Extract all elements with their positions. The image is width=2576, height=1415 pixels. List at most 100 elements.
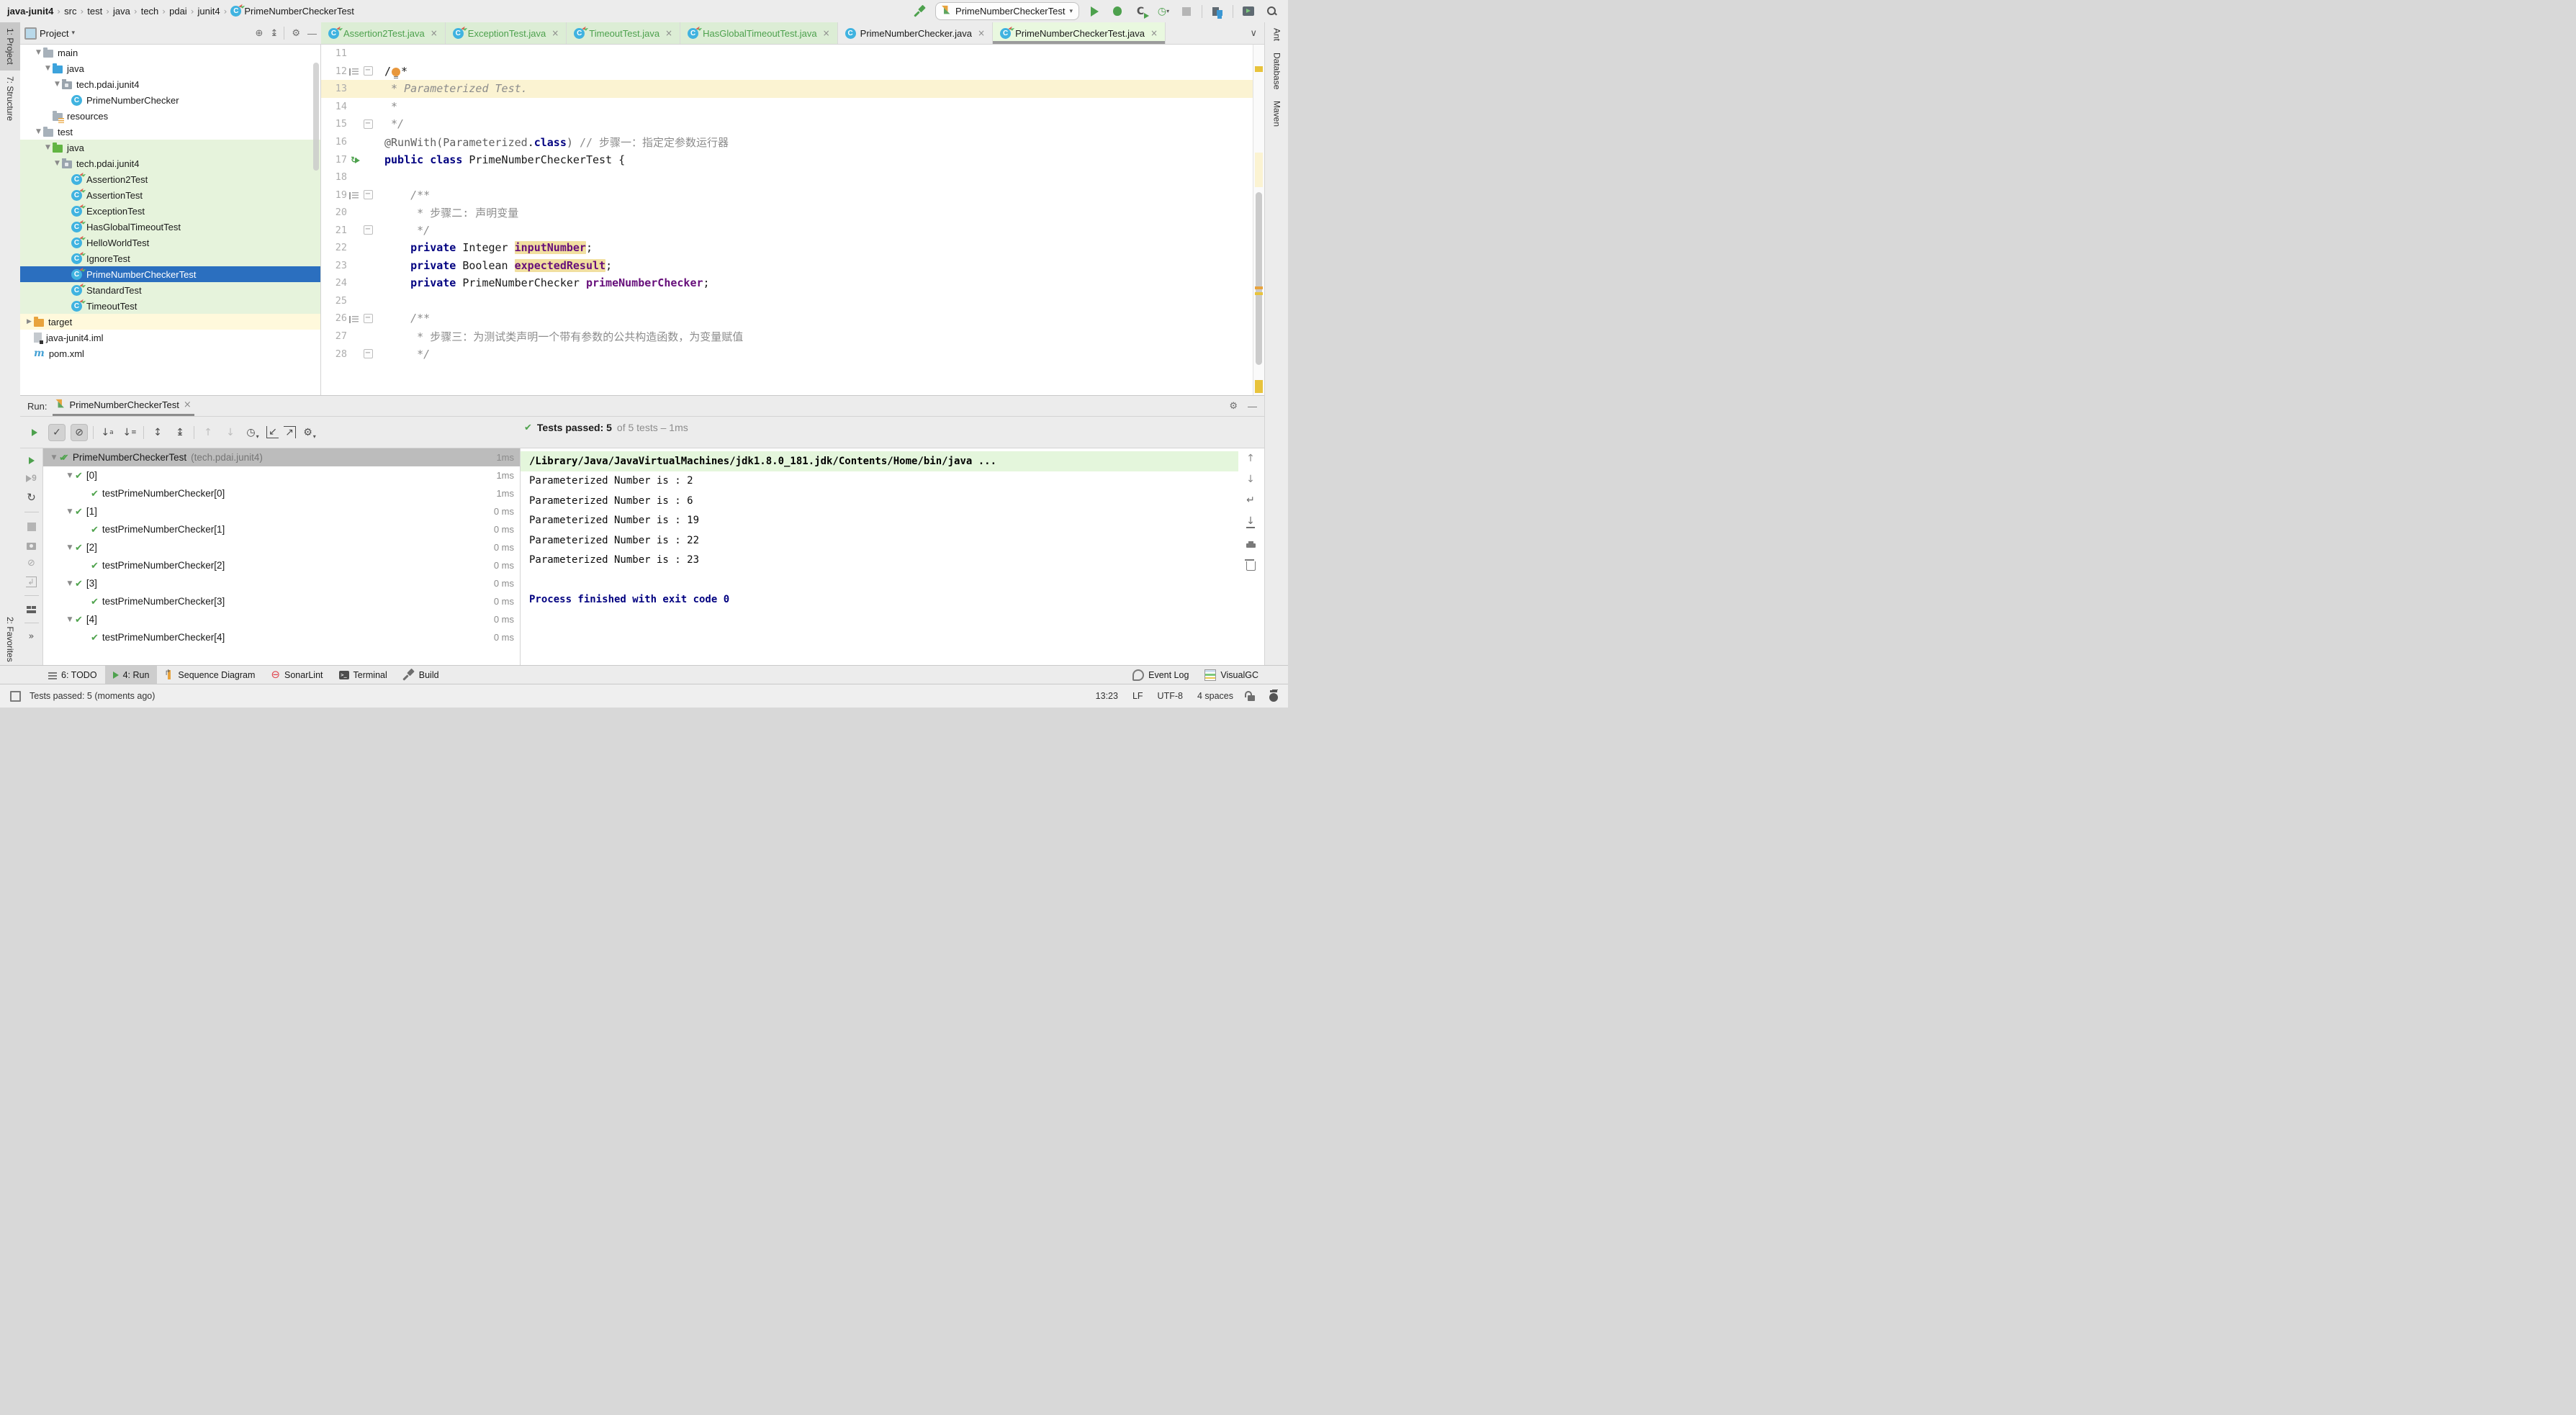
tree-item[interactable]: ▼tech.pdai.junit4 <box>20 155 320 171</box>
tool-window-switcher-icon[interactable] <box>10 691 21 702</box>
code-editor[interactable]: 1112−/*13 * Parameterized Test.14 *15− *… <box>321 45 1253 395</box>
tree-item[interactable]: CPrimeNumberCheckerTest <box>20 266 320 282</box>
indent-setting[interactable]: 4 spaces <box>1197 691 1233 701</box>
build-hammer-icon[interactable] <box>912 4 928 19</box>
run-anything-icon[interactable] <box>1240 4 1256 19</box>
breadcrumb-item[interactable]: junit4 <box>198 6 220 17</box>
console-line[interactable]: Parameterized Number is : 23 <box>521 551 1238 571</box>
tree-expand-icon[interactable]: ▼ <box>65 580 75 587</box>
tree-item[interactable]: CTimeoutTest <box>20 298 320 314</box>
thread-dump-icon[interactable] <box>27 539 36 550</box>
code-line[interactable]: 16@RunWith(Parameterized.class) // 步骤一：指… <box>321 133 1253 151</box>
run-options-gear-icon[interactable]: ⚙▾ <box>301 424 318 441</box>
test-row[interactable]: ▼✔✔PrimeNumberCheckerTest(tech.pdai.juni… <box>43 448 520 466</box>
project-structure-icon[interactable] <box>1210 4 1225 19</box>
test-row[interactable]: ▼✔[2]0 ms <box>43 538 520 556</box>
tree-item[interactable]: ▼java <box>20 60 320 76</box>
tree-item[interactable]: java-junit4.iml <box>20 330 320 345</box>
breadcrumb-item[interactable]: tech <box>141 6 159 17</box>
scroll-to-end-icon[interactable]: ↓ <box>1246 515 1255 528</box>
hide-panel-icon[interactable]: — <box>1248 401 1257 412</box>
tool-window-button-sequence-diagram[interactable]: Sequence Diagram <box>157 666 263 684</box>
editor-tab[interactable]: CTimeoutTest.java× <box>567 22 680 44</box>
test-row[interactable]: ▼✔[4]0 ms <box>43 610 520 628</box>
tree-item[interactable]: CStandardTest <box>20 282 320 298</box>
project-panel-title[interactable]: Project ▾ <box>24 27 75 40</box>
breadcrumb-item[interactable]: test <box>87 6 102 17</box>
show-ignored-toggle[interactable]: ⊘ <box>71 424 88 441</box>
editor-tab[interactable]: CAssertion2Test.java× <box>321 22 446 44</box>
tree-item[interactable]: mpom.xml <box>20 345 320 361</box>
tool-strip-item-7-structure[interactable]: 7: Structure <box>0 71 20 127</box>
line-separator[interactable]: LF <box>1132 691 1143 701</box>
caret-position[interactable]: 13:23 <box>1096 691 1118 701</box>
tree-item[interactable]: ▼java <box>20 140 320 155</box>
console-line[interactable]: Parameterized Number is : 22 <box>521 530 1238 551</box>
breadcrumb-item[interactable]: src <box>64 6 76 17</box>
scroll-down-icon[interactable]: ↓ <box>1246 474 1255 485</box>
import-test-results-icon[interactable]: ↙ <box>266 426 279 438</box>
show-passed-toggle[interactable]: ✓ <box>48 424 66 441</box>
console-line[interactable]: Process finished with exit code 0 <box>521 590 1238 610</box>
tree-expand-icon[interactable]: ▼ <box>53 81 62 88</box>
close-icon[interactable]: × <box>184 399 192 410</box>
test-row[interactable]: ✔testPrimeNumberChecker[1]0 ms <box>43 520 520 538</box>
code-line[interactable]: 26− /** <box>321 309 1253 327</box>
close-tab-icon[interactable]: × <box>431 28 438 38</box>
console-line[interactable]: Parameterized Number is : 6 <box>521 491 1238 511</box>
export-test-results-icon[interactable]: ↗ <box>284 426 296 438</box>
tool-window-button-visualgc[interactable]: VisualGC <box>1197 666 1266 684</box>
editor-marker-bar[interactable] <box>1253 45 1264 395</box>
test-row[interactable]: ✔testPrimeNumberChecker[3]0 ms <box>43 592 520 610</box>
test-row[interactable]: ✔testPrimeNumberChecker[4]0 ms <box>43 628 520 646</box>
tree-item[interactable]: resources <box>20 108 320 124</box>
gear-icon[interactable]: ⚙ <box>292 28 300 39</box>
code-line[interactable]: 27 * 步骤三：为测试类声明一个带有参数的公共构造函数，为变量赋值 <box>321 327 1253 345</box>
tool-window-button-build[interactable]: Build <box>395 666 447 684</box>
tool-strip-item-1-project[interactable]: 1: Project <box>0 22 20 71</box>
console-line[interactable]: /Library/Java/JavaVirtualMachines/jdk1.8… <box>521 451 1238 471</box>
fold-marker-icon[interactable]: − <box>364 190 373 199</box>
code-line[interactable]: 25 <box>321 292 1253 310</box>
tool-window-button-6-todo[interactable]: 6: TODO <box>40 666 105 684</box>
lock-icon[interactable] <box>1248 691 1255 702</box>
tree-expand-icon[interactable]: ▼ <box>43 144 53 151</box>
scroll-up-icon[interactable]: ↑ <box>1246 453 1255 464</box>
tree-item[interactable]: ▼tech.pdai.junit4 <box>20 76 320 92</box>
tree-item[interactable]: CIgnoreTest <box>20 250 320 266</box>
fold-marker-icon[interactable]: − <box>364 349 373 358</box>
tree-expand-icon[interactable]: ▼ <box>43 65 53 72</box>
hidden-tabs-chevron-icon[interactable]: ∨ <box>1243 28 1264 39</box>
fold-marker-icon[interactable]: − <box>364 119 373 129</box>
tree-expand-icon[interactable]: ▼ <box>53 160 62 167</box>
tool-window-button-4-run[interactable]: 4: Run <box>105 666 158 684</box>
editor-tab[interactable]: CPrimeNumberCheckerTest.java× <box>993 22 1166 44</box>
tree-item[interactable]: CAssertion2Test <box>20 171 320 187</box>
test-row[interactable]: ▼✔[0]1ms <box>43 466 520 484</box>
fold-marker-icon[interactable]: − <box>364 314 373 323</box>
test-history-icon[interactable]: ◷▾ <box>244 424 261 441</box>
code-line[interactable]: 20 * 步骤二: 声明变量 <box>321 204 1253 222</box>
test-passed-run-icon[interactable]: ↻ <box>351 155 358 164</box>
tree-item[interactable]: CExceptionTest <box>20 203 320 219</box>
tree-item[interactable]: ▼test <box>20 124 320 140</box>
tree-expand-icon[interactable]: ▼ <box>65 616 75 623</box>
code-line[interactable]: 18 <box>321 168 1253 186</box>
close-tab-icon[interactable]: × <box>823 28 830 38</box>
code-line[interactable]: 28− */ <box>321 345 1253 363</box>
test-row[interactable]: ▼✔[1]0 ms <box>43 502 520 520</box>
code-line[interactable]: 15− */ <box>321 115 1253 133</box>
run-configuration-select[interactable]: PrimeNumberCheckerTest ▾ <box>935 2 1079 20</box>
test-row[interactable]: ✔testPrimeNumberChecker[0]1ms <box>43 484 520 502</box>
tool-window-button-terminal[interactable]: >_Terminal <box>331 666 395 684</box>
tree-item[interactable]: CAssertionTest <box>20 187 320 203</box>
sort-by-duration-icon[interactable]: ↓≡ <box>121 424 138 441</box>
code-line[interactable]: 19− /** <box>321 186 1253 204</box>
code-line[interactable]: 23 private Boolean expectedResult; <box>321 257 1253 275</box>
gear-icon[interactable]: ⚙ <box>1229 401 1238 412</box>
tree-expand-icon[interactable]: ▼ <box>49 454 59 461</box>
tree-item[interactable]: ▼main <box>20 45 320 60</box>
collapse-all-icon[interactable]: ↨ <box>270 28 276 39</box>
expand-all-icon[interactable]: ↕ <box>149 424 166 441</box>
rerun-button[interactable] <box>29 454 35 465</box>
